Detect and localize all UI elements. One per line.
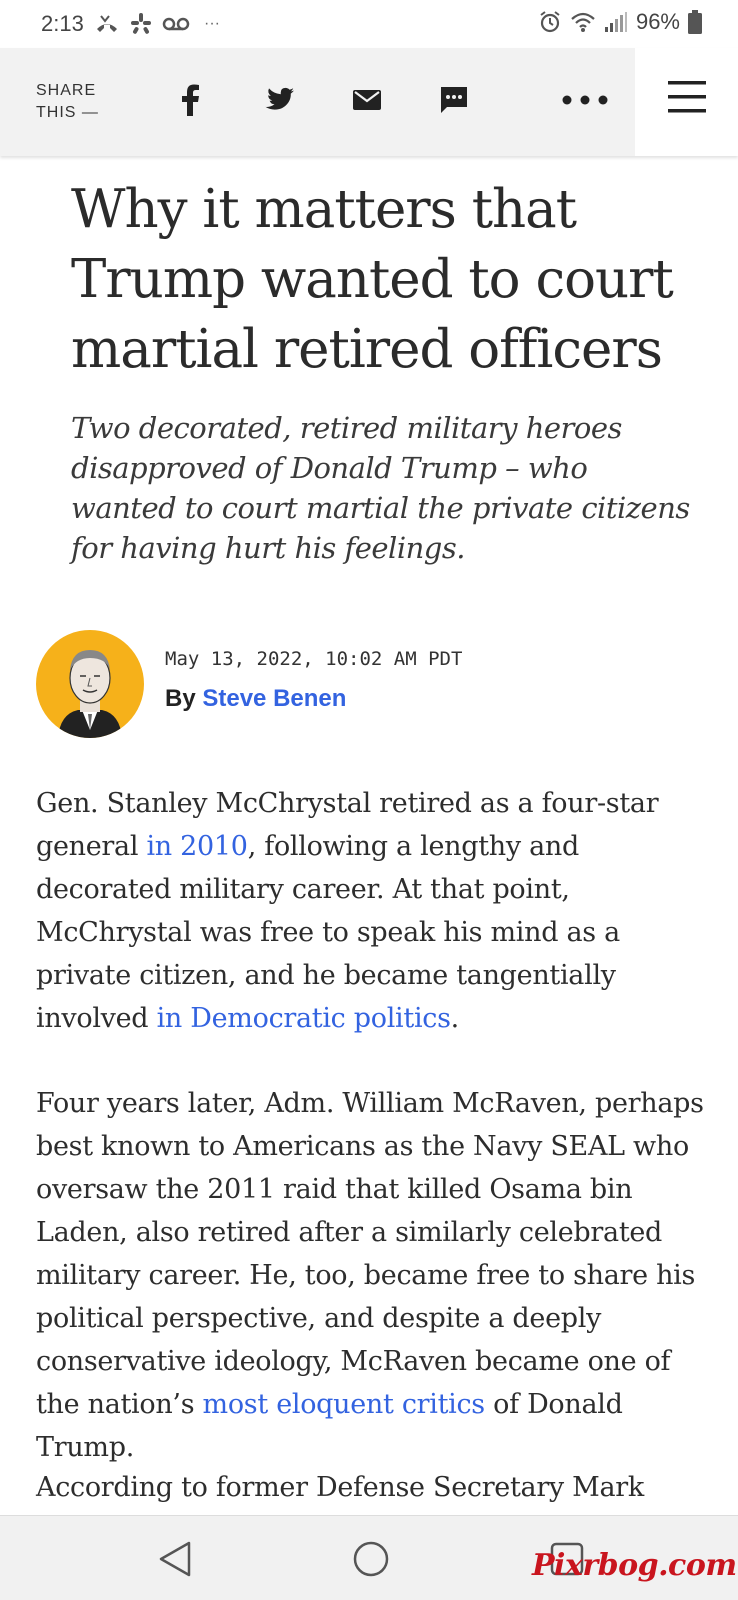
author-link[interactable]: Steve Benen <box>202 685 346 712</box>
article-byline: By Steve Benen <box>165 685 346 713</box>
status-right-icons: 96% <box>538 9 702 35</box>
voicemail-icon <box>162 16 190 32</box>
email-icon[interactable] <box>345 78 389 122</box>
paragraph-text: Four years later, Adm. William McRaven, … <box>36 1088 704 1420</box>
article-dateline: May 13, 2022, 10:02 AM PDT <box>165 648 463 670</box>
share-label-line1: SHARE <box>36 82 97 99</box>
twitter-icon[interactable] <box>258 78 302 122</box>
back-icon[interactable] <box>152 1536 198 1582</box>
status-time: 2:13 <box>41 11 84 36</box>
home-icon[interactable] <box>348 1536 394 1582</box>
battery-level: 96% <box>635 9 680 34</box>
signal-icon <box>604 11 628 33</box>
article-paragraph-2: Four years later, Adm. William McRaven, … <box>36 1082 706 1469</box>
byline-prefix: By <box>165 685 196 712</box>
status-bar: 2:13 ··· 96% <box>0 0 738 48</box>
status-overflow: ··· <box>204 15 220 32</box>
article-paragraph-3: According to former Defense Secretary Ma… <box>36 1466 706 1509</box>
share-toolbar: SHARE THIS — <box>0 48 635 156</box>
article-paragraph-1: Gen. Stanley McChrystal retired as a fou… <box>36 782 706 1040</box>
paragraph-text: According to former Defense Secretary Ma… <box>36 1472 644 1503</box>
share-label-line2: THIS — <box>36 104 99 121</box>
hamburger-menu-icon[interactable] <box>668 80 712 124</box>
alarm-icon <box>538 10 562 34</box>
paragraph-text: . <box>450 1003 460 1034</box>
inline-link-democratic-politics[interactable]: in Democratic politics <box>157 1003 451 1034</box>
wifi-icon <box>570 11 596 33</box>
facebook-icon[interactable] <box>168 78 212 122</box>
sms-icon[interactable] <box>432 78 476 122</box>
more-icon[interactable] <box>560 78 610 122</box>
status-left-icons: ··· <box>94 12 220 36</box>
inline-link-most-eloquent-critics[interactable]: most eloquent critics <box>203 1389 486 1420</box>
article-dek: Two decorated, retired military heroes d… <box>71 411 690 565</box>
author-avatar[interactable] <box>36 630 144 738</box>
yelp-icon <box>130 12 152 36</box>
watermark: Pixrbog.com <box>532 1548 737 1583</box>
battery-icon <box>688 10 702 34</box>
share-this-label: SHARE THIS — <box>36 80 126 124</box>
article-headline: Why it matters that Trump wanted to cour… <box>71 179 674 380</box>
inline-link-in-2010[interactable]: in 2010 <box>146 831 248 862</box>
missed-call-icon <box>94 13 120 35</box>
share-bar: SHARE THIS — <box>0 48 738 156</box>
